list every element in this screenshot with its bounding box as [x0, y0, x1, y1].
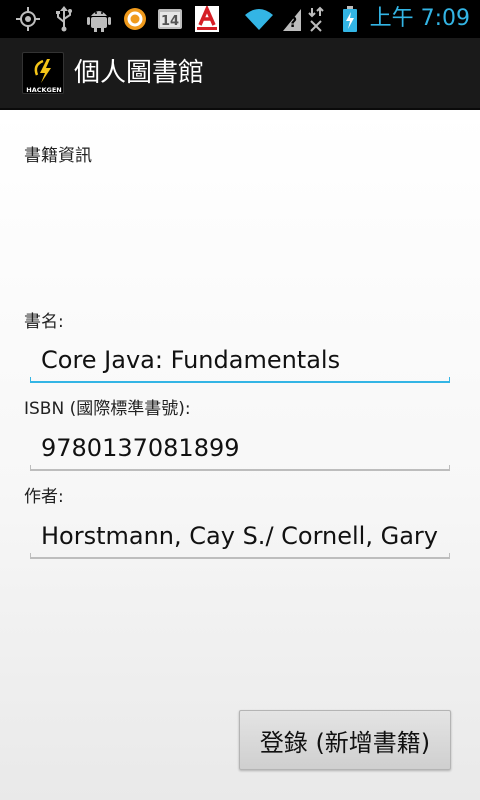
author-underline	[30, 553, 450, 559]
title-input[interactable]	[30, 339, 450, 381]
section-title: 書籍資訊	[24, 146, 92, 166]
app-title: 個人圖書館	[74, 58, 205, 88]
register-book-button[interactable]: 登錄 (新增書籍)	[239, 710, 451, 770]
isbn-label: ISBN (國際標準書號):	[24, 399, 191, 419]
no-data-icon	[306, 6, 326, 32]
unknown-signal-icon: ?	[280, 6, 302, 32]
isbn-input[interactable]	[30, 427, 450, 469]
author-field-container	[30, 515, 450, 559]
status-time: 上午 7:09	[369, 6, 470, 31]
gps-icon	[14, 6, 42, 32]
author-label: 作者:	[24, 487, 64, 507]
usb-icon	[52, 6, 76, 32]
logo-text: HACKGEN	[26, 86, 62, 94]
calendar-icon: 14	[156, 6, 184, 32]
battery-charging-icon	[340, 6, 360, 32]
title-field-container	[30, 339, 450, 383]
calendar-badge-text: 14	[161, 14, 179, 29]
app-a-icon	[194, 6, 220, 32]
svg-text:?: ?	[289, 15, 297, 31]
android-debug-icon	[86, 6, 112, 32]
title-underline	[30, 377, 450, 383]
wifi-icon	[244, 6, 274, 32]
isbn-underline	[30, 465, 450, 471]
sync-icon	[122, 6, 148, 32]
action-bar: HACKGEN 個人圖書館	[0, 38, 480, 110]
app-logo[interactable]: HACKGEN	[22, 52, 64, 94]
author-input[interactable]	[30, 515, 450, 557]
status-bar: 14 ? 上午 7:09	[0, 0, 480, 38]
book-form: 書籍資訊 書名: ISBN (國際標準書號): 作者: 登錄 (新增書籍)	[0, 110, 480, 800]
isbn-field-container	[30, 427, 450, 471]
title-label: 書名:	[24, 312, 64, 332]
